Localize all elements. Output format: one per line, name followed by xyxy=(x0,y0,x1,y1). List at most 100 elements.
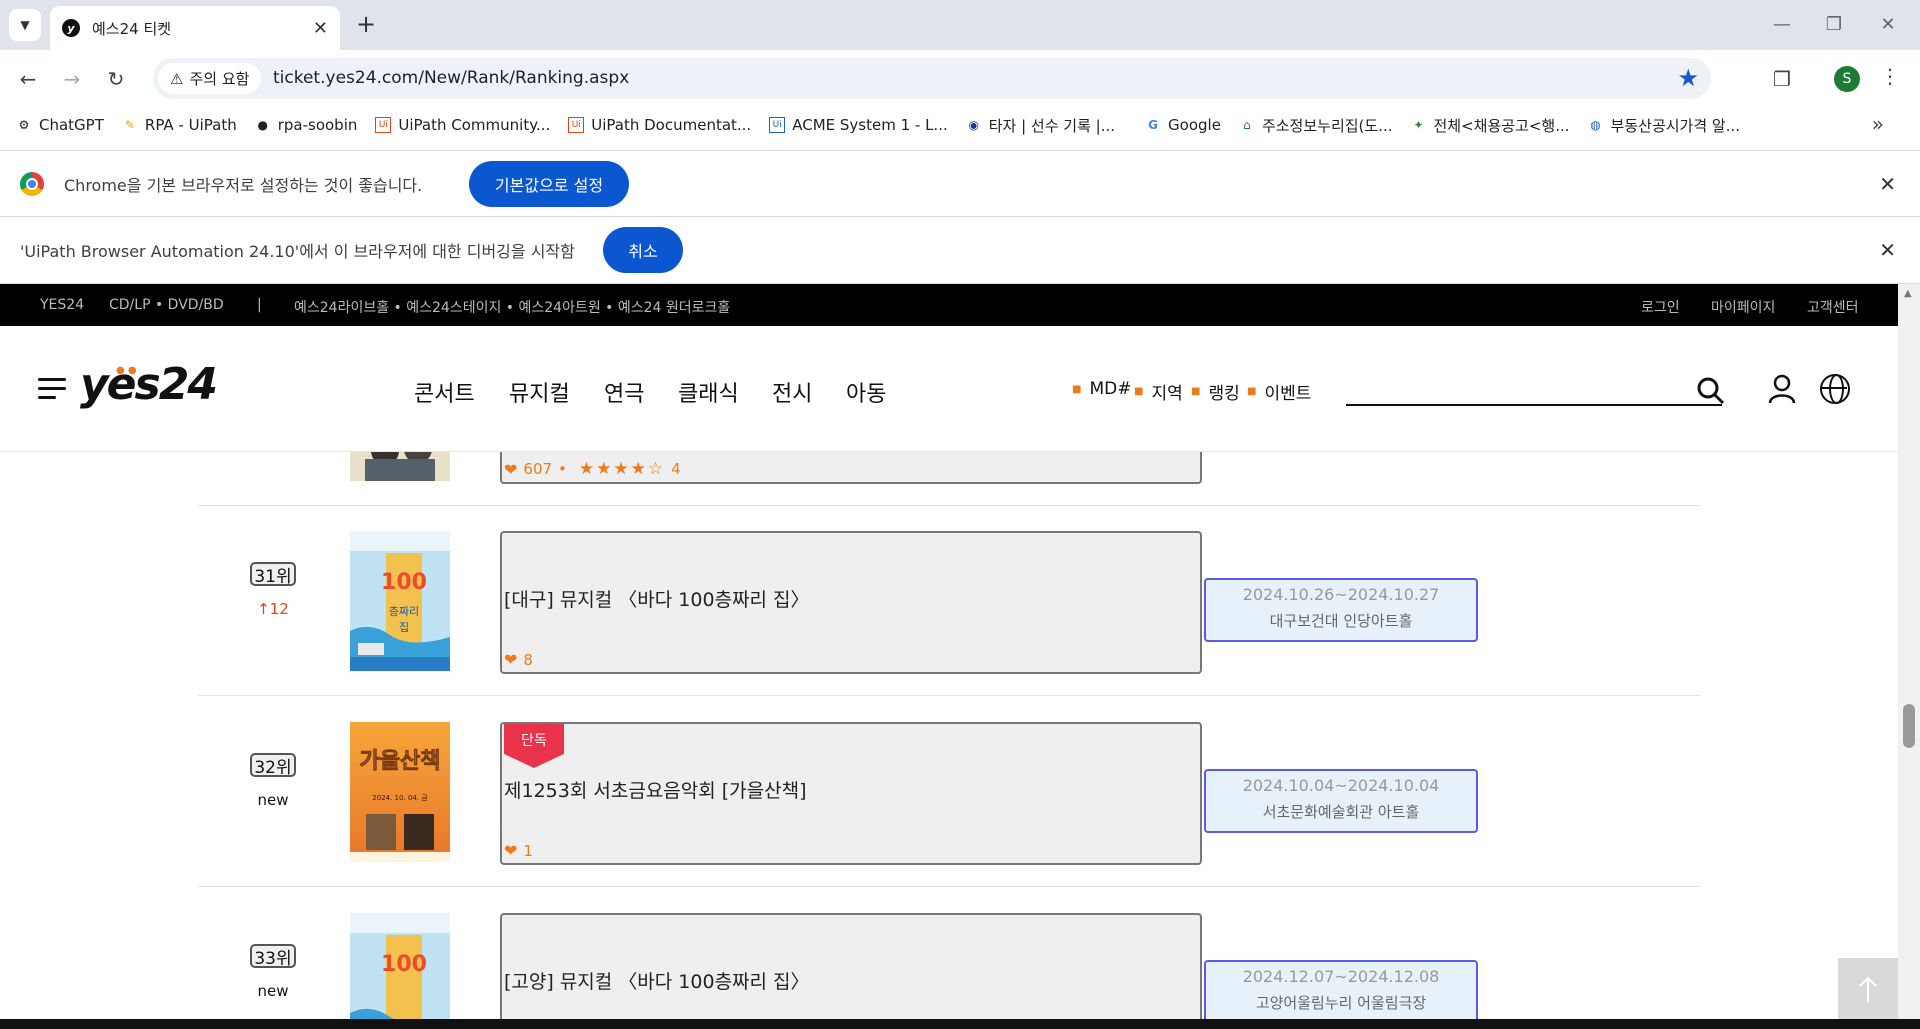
github-icon: ● xyxy=(257,118,268,132)
bookmark-uipath-docs[interactable]: Ui UiPath Documentat... xyxy=(568,116,751,134)
ranking-row[interactable]: 32위 new 가을산책 2024. 10. 04. 금 단독 제1253회 서… xyxy=(198,697,1700,887)
heart-icon: ❤ xyxy=(504,841,518,860)
bullet-icon: ■ xyxy=(1134,386,1144,397)
close-window-button[interactable]: ✕ xyxy=(1868,10,1908,38)
search-icon[interactable] xyxy=(1696,376,1726,406)
scroll-up-arrow-icon[interactable]: ▲ xyxy=(1904,288,1912,299)
mypage-link[interactable]: 마이페이지 xyxy=(1711,297,1775,317)
tab-title: 예스24 티켓 xyxy=(92,19,172,38)
login-link[interactable]: 로그인 xyxy=(1641,297,1680,317)
bookmark-google[interactable]: G Google xyxy=(1145,116,1221,134)
hamburger-menu-icon[interactable] xyxy=(38,378,66,400)
nav-exhibition[interactable]: 전시 xyxy=(772,376,812,408)
nav-classic[interactable]: 클래식 xyxy=(678,376,739,408)
performance-info-box[interactable]: 2024.12.07~2024.12.08 고양어울림누리 어울림극장 xyxy=(1204,960,1478,1019)
nav-musical[interactable]: 뮤지컬 xyxy=(509,376,570,408)
nav-kids[interactable]: 아동 xyxy=(846,376,886,408)
subnav-label: 랭킹 xyxy=(1208,384,1240,404)
subnav-region[interactable]: ■ 지역 xyxy=(1134,379,1183,404)
rank-badge: 32위 xyxy=(250,753,296,778)
tab-close-icon[interactable]: ✕ xyxy=(313,18,328,39)
bookmark-jobs[interactable]: ✦ 전체<채용공고<행... xyxy=(1411,115,1569,136)
tab-search-dropdown[interactable]: ▼ xyxy=(9,9,41,41)
topbar-yes24-link[interactable]: YES24 xyxy=(40,297,84,313)
nav-concert[interactable]: 콘서트 xyxy=(414,376,475,408)
restore-button[interactable]: ❐ xyxy=(1814,10,1854,38)
bookmark-realestate[interactable]: ◍ 부동산공시가격 알... xyxy=(1588,115,1740,136)
ranking-row[interactable]: ❤ 607 • ★★★★☆ 4 xyxy=(198,452,1700,506)
svg-text:층짜리: 층짜리 xyxy=(389,605,419,618)
screen: ▼ y 예스24 티켓 ✕ + — ❐ ✕ ← → ↻ ⚠ 주의 요함 tick… xyxy=(0,0,1920,1029)
rank-change: ↑12 xyxy=(257,600,289,618)
set-default-button[interactable]: 기본값으로 설정 xyxy=(469,160,629,207)
profile-avatar[interactable]: S xyxy=(1834,66,1860,92)
user-icon[interactable] xyxy=(1768,374,1796,404)
extensions-icon[interactable]: ❐ xyxy=(1766,63,1798,95)
warning-icon: ⚠ xyxy=(170,69,184,88)
ranking-row[interactable]: 31위 ↑12 100 층짜리 집 [대구] 뮤지컬 〈바다 100층짜리 집〉 xyxy=(198,506,1700,696)
bookmark-rpa-uipath[interactable]: ✎ RPA - UiPath xyxy=(122,116,237,134)
minimize-button[interactable]: — xyxy=(1762,10,1802,38)
poster-image[interactable]: 100 층짜리 집 xyxy=(350,531,450,671)
subnav-event[interactable]: ■ 이벤트 xyxy=(1247,379,1311,404)
ranking-card[interactable]: [고양] 뮤지컬 〈바다 100층짜리 집〉 xyxy=(500,913,1202,1019)
poster-image[interactable]: 가을산책 2024. 10. 04. 금 xyxy=(350,722,450,862)
ranking-card[interactable]: [대구] 뮤지컬 〈바다 100층짜리 집〉 ❤ 8 xyxy=(500,531,1202,674)
taskbar-edge xyxy=(0,1019,1920,1029)
security-chip-label: 주의 요함 xyxy=(189,70,250,88)
ranking-card[interactable]: ❤ 607 • ★★★★☆ 4 xyxy=(500,452,1202,484)
performance-title[interactable]: 제1253회 서초금요음악회 [가을산책] xyxy=(504,776,807,803)
back-button[interactable]: ← xyxy=(12,63,44,95)
close-infobar-icon[interactable]: ✕ xyxy=(1879,238,1896,262)
bookmark-baseball[interactable]: ◉ 타자 | 선수 기록 |... xyxy=(966,115,1115,136)
exclusive-badge: 단독 xyxy=(504,724,564,768)
topbar-cd-dvd-link[interactable]: CD/LP • DVD/BD xyxy=(109,297,224,313)
ranking-card[interactable]: 단독 제1253회 서초금요음악회 [가을산책] ❤ 1 xyxy=(500,722,1202,865)
poster-image[interactable]: 100 xyxy=(350,913,450,1019)
chrome-menu-icon[interactable]: ⋮ xyxy=(1880,64,1900,88)
performance-info-box[interactable]: 2024.10.04~2024.10.04 서초문화예술회관 아트홀 xyxy=(1204,769,1478,833)
subnav-md[interactable]: ■ MD# xyxy=(1072,379,1131,399)
close-infobar-icon[interactable]: ✕ xyxy=(1879,172,1896,196)
bookmark-rpa-soobin[interactable]: ● rpa-soobin xyxy=(255,116,358,134)
performance-title[interactable]: [고양] 뮤지컬 〈바다 100층짜리 집〉 xyxy=(504,967,810,994)
svg-text:100: 100 xyxy=(381,570,427,595)
subnav-label: MD# xyxy=(1089,379,1132,399)
bookmark-chatgpt[interactable]: ⚙ ChatGPT xyxy=(16,116,104,134)
scrollbar-thumb[interactable] xyxy=(1903,704,1915,748)
address-bar[interactable]: ⚠ 주의 요함 ticket.yes24.com/New/Rank/Rankin… xyxy=(153,58,1711,99)
forward-button[interactable]: → xyxy=(56,63,88,95)
more-bookmarks-icon[interactable]: » xyxy=(1872,112,1884,136)
globe-icon[interactable] xyxy=(1820,374,1850,404)
nav-play[interactable]: 연극 xyxy=(604,376,644,408)
ranking-list: ❤ 607 • ★★★★☆ 4 31위 ↑12 100 층짜리 집 [대구] 뮤… xyxy=(0,452,1898,1019)
cancel-debugging-button[interactable]: 취소 xyxy=(603,227,683,273)
bookmark-label: ChatGPT xyxy=(39,116,104,134)
chrome-logo-icon xyxy=(20,171,44,196)
subnav-ranking[interactable]: ■ 랭킹 xyxy=(1191,379,1240,404)
reload-button[interactable]: ↻ xyxy=(100,63,132,95)
bookmark-acme[interactable]: Ui ACME System 1 - L... xyxy=(769,116,948,134)
rank-change: new xyxy=(257,791,289,809)
bookmark-uipath-community[interactable]: Ui UiPath Community... xyxy=(375,116,550,134)
ranking-row[interactable]: 33위 new 100 [고양] 뮤지컬 〈바다 100층짜리 집〉 2024.… xyxy=(198,888,1700,1019)
security-chip[interactable]: ⚠ 주의 요함 xyxy=(158,63,262,94)
topbar-halls-links[interactable]: 예스24라이브홀 • 예스24스테이지 • 예스24아트원 • 예스24 원더로… xyxy=(294,297,730,317)
yes24-logo[interactable]: yes24 xyxy=(80,359,218,410)
bookmark-label: rpa-soobin xyxy=(277,116,358,134)
performance-title[interactable]: [대구] 뮤지컬 〈바다 100층짜리 집〉 xyxy=(504,585,810,612)
search-input[interactable] xyxy=(1346,404,1722,406)
bookmark-label: Google xyxy=(1168,116,1221,134)
bookmark-address-info[interactable]: ⌂ 주소정보누리집(도... xyxy=(1239,115,1392,136)
rank-badge: 33위 xyxy=(250,944,296,969)
url-text[interactable]: ticket.yes24.com/New/Rank/Ranking.aspx xyxy=(273,68,629,88)
poster-image[interactable] xyxy=(350,452,450,481)
scroll-to-top-button[interactable] xyxy=(1838,958,1898,1019)
customer-center-link[interactable]: 고객센터 xyxy=(1807,297,1859,317)
browser-tab[interactable]: y 예스24 티켓 ✕ xyxy=(50,6,340,50)
bookmark-star-icon[interactable]: ★ xyxy=(1677,64,1699,92)
infobar-message: Chrome을 기본 브라우저로 설정하는 것이 좋습니다. xyxy=(64,175,423,195)
performance-info-box[interactable]: 2024.10.26~2024.10.27 대구보건대 인당아트홀 xyxy=(1204,578,1478,642)
page-scrollbar[interactable]: ▲ xyxy=(1898,284,1920,1019)
new-tab-button[interactable]: + xyxy=(352,10,380,38)
